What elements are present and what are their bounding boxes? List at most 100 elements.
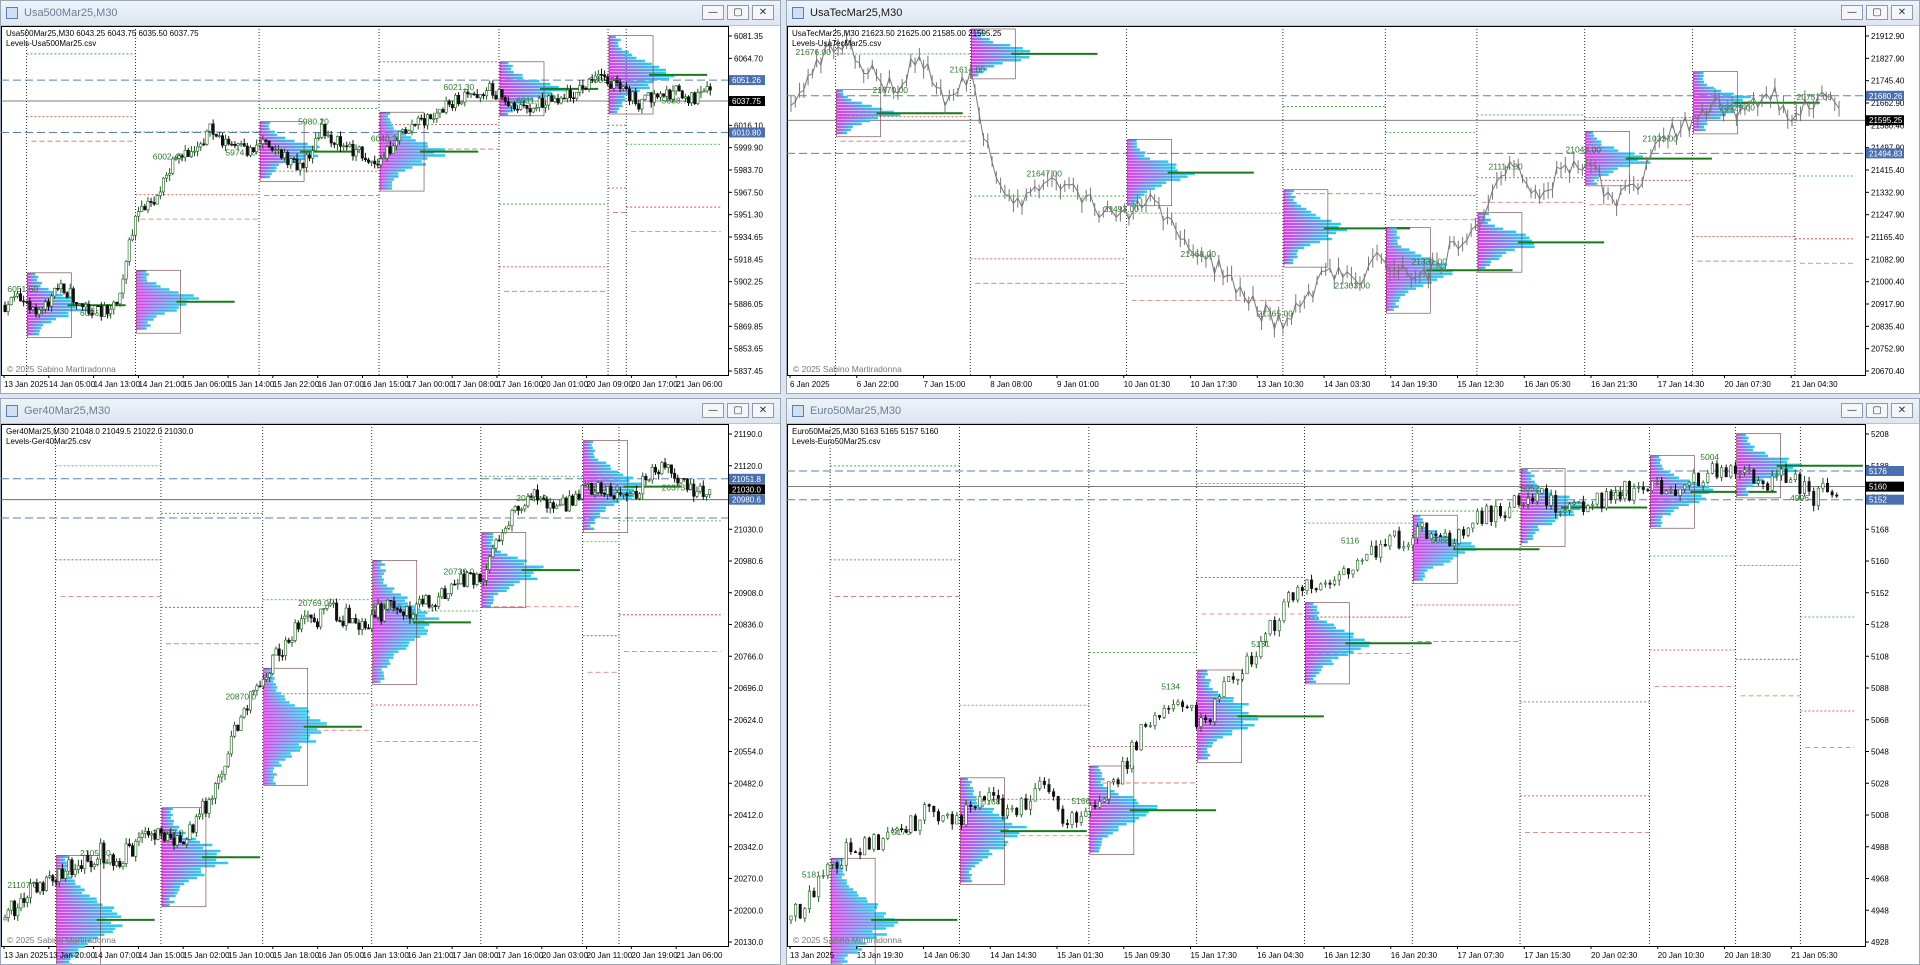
candle-body	[180, 155, 184, 158]
profile-bar	[609, 50, 629, 54]
candle-body	[236, 143, 240, 146]
chart-window-ger40[interactable]: Ger40Mar25,M30 — ▢ ✕ 21107.021050.021013…	[0, 398, 781, 965]
candle-body	[863, 837, 867, 856]
window-titlebar[interactable]: Euro50Mar25,M30 — ▢ ✕	[787, 399, 1919, 424]
candle-body	[513, 102, 517, 110]
profile-bar	[1585, 134, 1595, 137]
profile-bar	[1585, 173, 1609, 176]
profile-bar	[1127, 175, 1188, 178]
minimize-button[interactable]: —	[702, 5, 724, 20]
profile-bar	[161, 903, 170, 907]
profile-bar	[1386, 281, 1432, 284]
time-tick-label: 17 Jan 15:30	[1524, 951, 1571, 960]
close-button[interactable]: ✕	[752, 403, 774, 418]
price-chart[interactable]: 21676.0021670.0021614.0021647.0021493.00…	[787, 26, 1920, 394]
candle-body	[923, 804, 927, 821]
candle-body	[1830, 491, 1834, 496]
candle-body	[102, 842, 106, 864]
maximize-button[interactable]: ▢	[1866, 403, 1888, 418]
candle-body	[583, 484, 587, 486]
profile-bar	[136, 315, 157, 318]
chart-window-usatec[interactable]: UsaTecMar25,M30 — ▢ ✕ 21676.00 21670.00 21…	[786, 0, 1920, 394]
profile-bar	[1283, 261, 1294, 265]
time-tick-label: 20 Jan 11:00	[587, 951, 633, 960]
window-titlebar[interactable]: Usa500Mar25,M30 — ▢ ✕	[1, 1, 780, 26]
candle-body	[347, 607, 351, 624]
close-button[interactable]: ✕	[1891, 5, 1913, 20]
candle-body	[872, 834, 876, 850]
minimize-button[interactable]: —	[1841, 5, 1863, 20]
chart-window-icon	[6, 7, 18, 19]
candle-body	[1489, 505, 1493, 522]
candle-body	[1650, 480, 1654, 491]
profile-bar	[380, 121, 392, 124]
price-chart[interactable]: 6051.606036.606002.405974.205980.206040.…	[1, 26, 781, 394]
profile-bar	[56, 888, 85, 891]
profile-bar	[836, 95, 848, 99]
profile-bar	[161, 852, 217, 856]
maximize-button[interactable]: ▢	[1866, 5, 1888, 20]
candle-body	[1171, 704, 1175, 710]
chart-window-euro50[interactable]: Euro50Mar25,M30 — ▢ ✕ 518151765168516651…	[786, 398, 1920, 965]
candle-body	[593, 75, 597, 80]
candle-body	[600, 74, 604, 76]
profile-bar	[1305, 632, 1354, 636]
chart-canvas[interactable]: 5181517651685166513451315116508850525017…	[787, 424, 1919, 964]
candle-body	[9, 297, 13, 305]
close-button[interactable]: ✕	[1891, 403, 1913, 418]
poc-price-label: 20929.00	[1720, 103, 1756, 113]
profile-bar	[380, 184, 393, 187]
maximize-button[interactable]: ▢	[727, 5, 749, 20]
candle-body	[803, 908, 807, 919]
minimize-button[interactable]: —	[702, 403, 724, 418]
window-titlebar[interactable]: UsaTecMar25,M30 — ▢ ✕	[787, 1, 1919, 26]
price-chart[interactable]: 21107.021050.021013.020870.020769.020758…	[1, 424, 781, 965]
candle-body	[408, 606, 412, 619]
candle-body	[186, 150, 190, 157]
price-tick-label: 5108	[1871, 652, 1889, 661]
candle-body	[1641, 486, 1645, 490]
chart-canvas[interactable]: 21676.00 21670.00 21614.00 21647.00 21493.00…	[787, 26, 1919, 393]
price-chart[interactable]: 5181517651685166513451315116508850525017…	[787, 424, 1920, 965]
profile-bar	[1283, 201, 1297, 205]
window-titlebar[interactable]: Ger40Mar25,M30 — ▢ ✕	[1, 399, 780, 424]
profile-bar	[1477, 233, 1526, 237]
profile-bar	[1283, 216, 1321, 220]
profile-bar	[1386, 245, 1402, 248]
profile-bar	[831, 891, 858, 894]
close-button[interactable]: ✕	[752, 5, 774, 20]
candle-body	[996, 795, 1000, 799]
time-tick-label: 15 Jan 02:00	[183, 951, 230, 960]
candle-body	[284, 639, 288, 656]
minimize-button[interactable]: —	[1841, 403, 1863, 418]
candle-body	[6, 909, 10, 918]
time-tick-label: 20 Jan 19:00	[631, 951, 678, 960]
candle-body	[690, 92, 694, 103]
candle-body	[821, 875, 825, 877]
chart-canvas[interactable]: 6051.606036.606002.405974.205980.206040.…	[1, 26, 780, 393]
candle-body	[1323, 582, 1327, 585]
profile-bar	[481, 604, 492, 608]
profile-bar	[1197, 732, 1233, 736]
chart-window-usa500[interactable]: Usa500Mar25,M30 — ▢ ✕ 6051.606036.606002…	[0, 0, 781, 394]
candle-body	[19, 898, 23, 909]
profile-bar	[1693, 95, 1751, 99]
candle-body	[398, 131, 402, 141]
candle-body	[146, 201, 150, 211]
chart-canvas[interactable]: 21107.021050.021013.020870.020769.020758…	[1, 424, 780, 964]
maximize-button[interactable]: ▢	[727, 403, 749, 418]
profile-bar	[1693, 122, 1708, 126]
profile-bar	[583, 479, 630, 483]
profile-bar	[1693, 86, 1715, 90]
profile-bar	[263, 689, 277, 692]
profile-bar	[960, 861, 979, 865]
candle-body	[233, 144, 237, 146]
profile-bar	[260, 130, 275, 134]
candle-body	[485, 90, 489, 97]
candle-body	[877, 834, 881, 850]
profile-bar	[1305, 653, 1349, 657]
copyright-label: © 2025 Sabino Martiradonna	[793, 364, 902, 374]
candle-body	[226, 753, 230, 767]
candle-body	[1775, 474, 1779, 477]
price-tick-label: 5853.65	[734, 345, 763, 354]
